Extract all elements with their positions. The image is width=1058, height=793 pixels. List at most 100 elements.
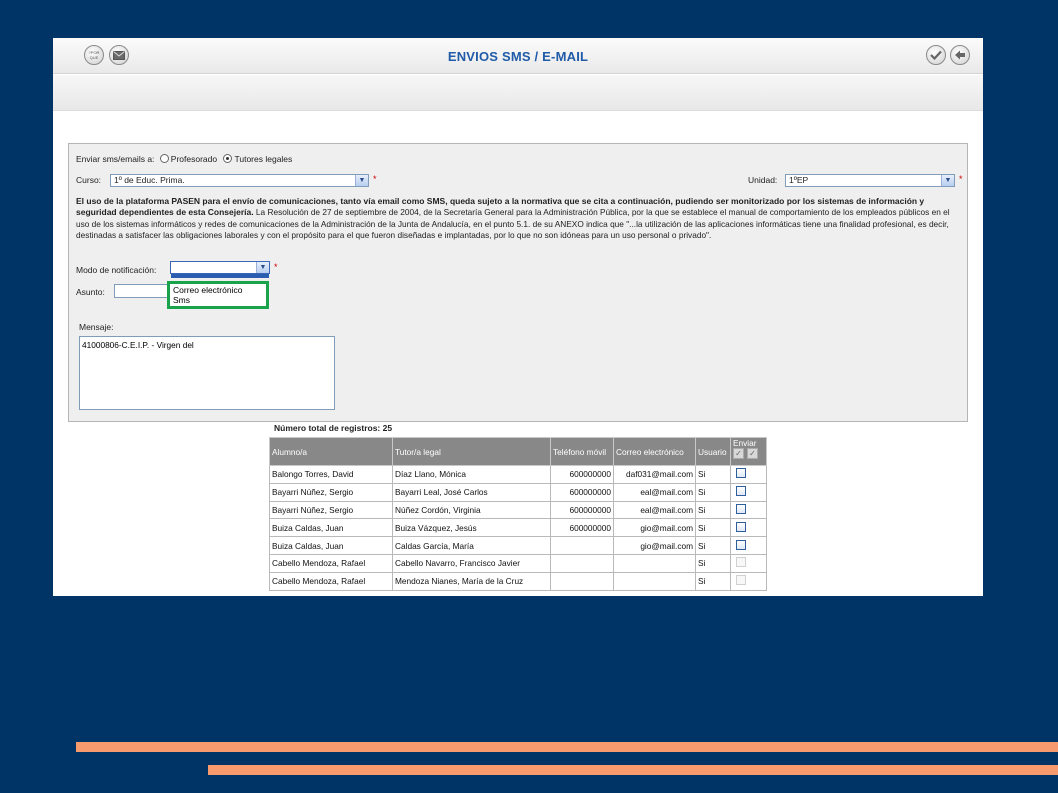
table-row: Bayarri Núñez, Sergio Bayarri Leal, José … (269, 482, 767, 502)
table-row: Balongo Torres, David Díaz Llano, Mónica 6… (269, 465, 767, 484)
cell-tutor: Cabello Navarro, Francisco Javier (392, 553, 551, 573)
cell-enviar (730, 571, 767, 591)
chevron-down-icon[interactable]: ▼ (941, 175, 954, 186)
send-checkbox (736, 575, 746, 586)
table-row: Cabello Mendoza, Rafael Cabello Navarro, … (269, 553, 767, 573)
cell-usuario: Si (695, 553, 731, 573)
legal-notice: El uso de la plataforma PASEN para el en… (76, 196, 962, 242)
curso-select-value: 1º de Educ. Prima. (114, 175, 185, 185)
cell-usuario: Si (695, 465, 731, 484)
send-checkbox[interactable] (736, 468, 746, 479)
select-all-sms-checkbox[interactable]: ✓ (747, 448, 758, 459)
cell-correo: eal@mail.com (613, 500, 696, 520)
modo-label: Modo de notificación: (76, 265, 157, 275)
table-row: Buiza Caldas, Juan Buiza Vázquez, Jesús 60… (269, 518, 767, 538)
cell-enviar (730, 482, 767, 502)
dropdown-selection-bar (171, 274, 269, 278)
cell-usuario: Si (695, 518, 731, 538)
dropdown-option-correo[interactable]: Correo electrónico (173, 285, 263, 295)
cell-correo: daf031@mail.com (613, 465, 696, 484)
cell-alumno: Bayarri Núñez, Sergio (269, 482, 393, 502)
table-row: Buiza Caldas, Juan Caldas García, María gi… (269, 536, 767, 555)
cell-enviar (730, 465, 767, 484)
cell-usuario: Si (695, 571, 731, 591)
curso-select[interactable]: 1º de Educ. Prima. ▼ (110, 174, 369, 187)
top-toolbar: ?POR QUE ENVIOS SMS / E-MAIL (53, 38, 983, 74)
cell-telefono: 600000000 (550, 500, 614, 520)
record-count: Número total de registros: 25 (274, 423, 393, 433)
radio-profesorado-label: Profesorado (170, 154, 218, 164)
cell-telefono (550, 553, 614, 573)
cell-telefono: 600000000 (550, 518, 614, 538)
decorative-stripe-top (76, 742, 1058, 752)
col-correo: Correo electrónico (613, 437, 696, 466)
cell-telefono (550, 571, 614, 591)
col-usuario: Usuario (695, 437, 731, 466)
chevron-down-icon[interactable]: ▼ (256, 262, 269, 273)
cell-enviar (730, 536, 767, 555)
cell-correo (613, 571, 696, 591)
cell-enviar (730, 518, 767, 538)
unidad-label: Unidad: (748, 175, 778, 185)
cell-alumno: Cabello Mendoza, Rafael (269, 553, 393, 573)
cell-usuario: Si (695, 500, 731, 520)
asunto-label: Asunto: (76, 287, 105, 297)
cell-telefono: 600000000 (550, 465, 614, 484)
dropdown-option-sms[interactable]: Sms (173, 295, 263, 305)
asunto-input[interactable] (114, 284, 168, 298)
cell-correo: eal@mail.com (613, 482, 696, 502)
send-to-row: Enviar sms/emails a: Profesorado Tutores… (76, 154, 292, 164)
cell-correo: gio@mail.com (613, 536, 696, 555)
col-enviar-label: Enviar (733, 438, 757, 448)
table-row: Cabello Mendoza, Rafael Mendoza Nianes, M… (269, 571, 767, 591)
cell-usuario: Si (695, 536, 731, 555)
select-all-checkbox[interactable]: ✓ (733, 448, 744, 459)
unidad-select-value: 1ºEP (789, 175, 809, 185)
mensaje-textarea[interactable]: 41000806-C.E.I.P. - Virgen del (79, 336, 335, 410)
cell-alumno: Balongo Torres, David (269, 465, 393, 484)
radio-profesorado[interactable] (159, 154, 169, 163)
modo-select[interactable]: ▼ (170, 261, 270, 274)
decorative-stripe-bottom (208, 765, 1058, 775)
cell-usuario: Si (695, 482, 731, 502)
col-tutor: Tutor/a legal (392, 437, 551, 466)
radio-tutores-legales-label: Tutores legales (234, 154, 293, 164)
cell-alumno: Bayarri Núñez, Sergio (269, 500, 393, 520)
confirm-check-icon[interactable] (926, 45, 946, 65)
chevron-down-icon[interactable]: ▼ (355, 175, 368, 186)
send-checkbox (736, 557, 746, 568)
required-mark: * (373, 174, 377, 184)
col-enviar: Enviar ✓ ✓ (730, 437, 767, 466)
send-checkbox[interactable] (736, 521, 746, 532)
cell-tutor: Bayarri Leal, José Carlos (392, 482, 551, 502)
cell-alumno: Cabello Mendoza, Rafael (269, 571, 393, 591)
send-checkbox[interactable] (736, 539, 746, 550)
curso-label: Curso: (76, 175, 102, 185)
send-to-label: Enviar sms/emails a: (76, 154, 155, 164)
cell-correo (613, 553, 696, 573)
required-mark: * (274, 262, 278, 272)
cell-enviar (730, 500, 767, 520)
back-arrow-icon[interactable] (950, 45, 970, 65)
table-row: Bayarri Núñez, Sergio Núñez Cordón, Virgi… (269, 500, 767, 520)
table-header-row: Alumno/a Tutor/a legal Teléfono móvil Co… (269, 437, 767, 466)
cell-tutor: Mendoza Nianes, María de la Cruz (392, 571, 551, 591)
mensaje-label: Mensaje: (79, 322, 114, 332)
cell-tutor: Díaz Llano, Mónica (392, 465, 551, 484)
cell-telefono: 600000000 (550, 482, 614, 502)
secondary-toolbar (53, 75, 983, 111)
cell-alumno: Buiza Caldas, Juan (269, 536, 393, 555)
send-checkbox[interactable] (736, 503, 746, 514)
page-title: ENVIOS SMS / E-MAIL (447, 49, 589, 64)
required-mark: * (959, 174, 963, 184)
cell-tutor: Caldas García, María (392, 536, 551, 555)
col-alumno: Alumno/a (269, 437, 393, 466)
app-window: ?POR QUE ENVIOS SMS / E-MAIL Enviar sms/… (53, 38, 983, 596)
cell-enviar (730, 553, 767, 573)
cell-tutor: Núñez Cordón, Virginia (392, 500, 551, 520)
cell-alumno: Buiza Caldas, Juan (269, 518, 393, 538)
send-checkbox[interactable] (736, 486, 746, 497)
recipients-table: Alumno/a Tutor/a legal Teléfono móvil Co… (269, 437, 767, 591)
unidad-select[interactable]: 1ºEP ▼ (785, 174, 955, 187)
radio-tutores-legales[interactable] (223, 154, 233, 163)
